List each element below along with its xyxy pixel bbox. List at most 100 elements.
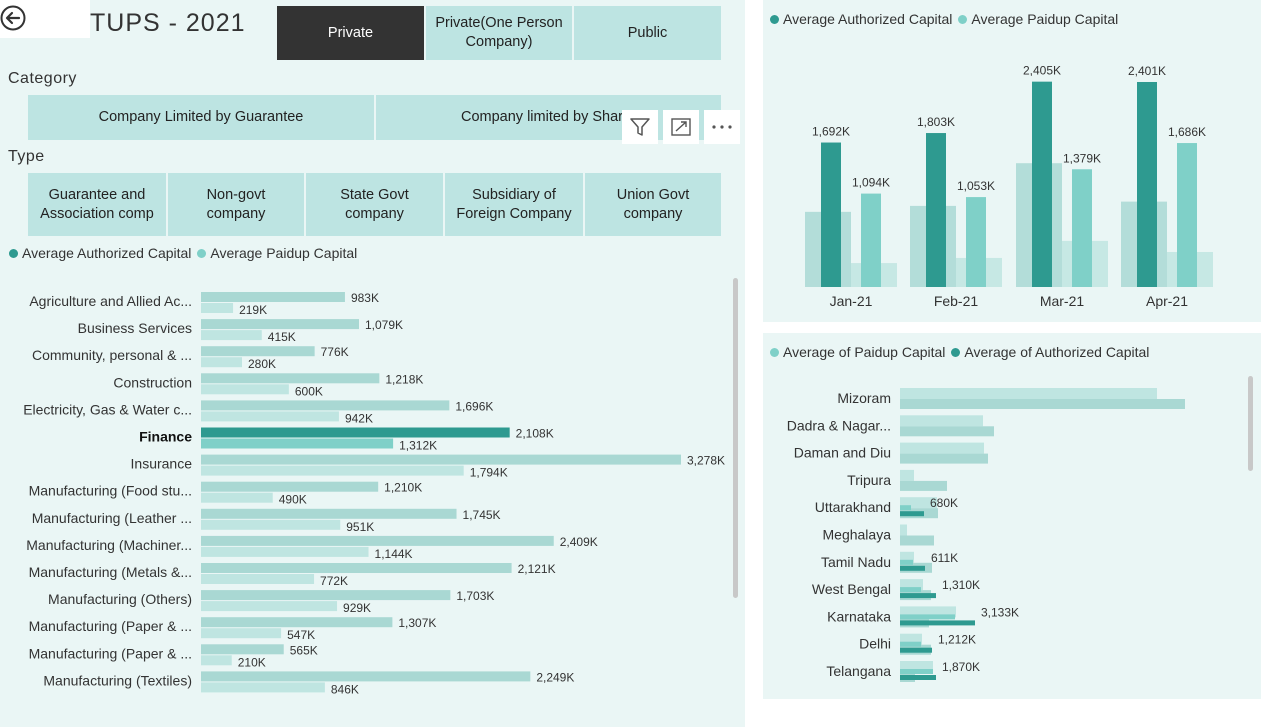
bar-authorized[interactable] xyxy=(201,454,681,465)
data-label-authorized: 776K xyxy=(321,345,349,359)
data-label-authorized: 2,401K xyxy=(1128,64,1166,78)
bar-paidup[interactable] xyxy=(201,438,394,449)
category-label: Manufacturing (Leather ... xyxy=(32,510,192,526)
bar-authorized[interactable] xyxy=(201,563,512,573)
bar-authorized[interactable] xyxy=(900,565,925,571)
bar-authorized[interactable] xyxy=(900,593,936,599)
bar-paidup[interactable] xyxy=(900,614,955,620)
bar-authorized[interactable] xyxy=(201,671,531,682)
bar-authorized[interactable] xyxy=(201,400,450,411)
bar-paidup[interactable] xyxy=(900,587,921,593)
state-bar-chart: Mizoram Dadra & Nagar... Daman and Diu Trip… xyxy=(787,388,1185,682)
bar-authorized[interactable] xyxy=(201,617,393,628)
data-label-paidup: 772K xyxy=(320,574,348,588)
bar-paidup[interactable] xyxy=(900,641,921,647)
focus-mode-icon[interactable] xyxy=(663,110,699,144)
type-subsidiary-foreign[interactable]: Subsidiary of Foreign Company xyxy=(445,173,583,236)
bar-authorized[interactable] xyxy=(201,535,554,546)
column-paidup[interactable] xyxy=(861,193,881,287)
background-bar xyxy=(900,388,1157,399)
legend-item-authorized[interactable]: Average Authorized Capital xyxy=(770,11,952,27)
column-authorized[interactable] xyxy=(821,142,841,287)
state-label: Karnataka xyxy=(827,608,891,624)
data-label-paidup: 1,144K xyxy=(375,547,413,561)
category-label: Agriculture and Allied Ac... xyxy=(29,293,192,309)
type-union-govt[interactable]: Union Govt company xyxy=(585,173,721,236)
bar-authorized[interactable] xyxy=(900,647,932,653)
background-bar xyxy=(900,426,994,437)
column-paidup[interactable] xyxy=(1177,143,1197,287)
type-guarantee-association[interactable]: Guarantee and Association comp xyxy=(28,173,166,236)
state-chart-scrollbar[interactable] xyxy=(1248,376,1253,471)
slicer-private[interactable]: Private xyxy=(277,6,424,60)
bar-authorized[interactable] xyxy=(201,508,457,519)
bar-paidup[interactable] xyxy=(201,303,234,313)
data-label-authorized: 1,745K xyxy=(463,508,501,522)
bar-paidup[interactable] xyxy=(201,601,338,612)
back-arrow-icon[interactable] xyxy=(0,5,28,33)
bar-paidup[interactable] xyxy=(201,655,232,666)
x-axis-tick-label: Jan-21 xyxy=(830,293,873,309)
bar-paidup[interactable] xyxy=(900,559,913,565)
bar-authorized[interactable] xyxy=(201,644,284,655)
data-label-paidup: 547K xyxy=(287,628,315,642)
legend-item-paidup[interactable]: Average Paidup Capital xyxy=(958,11,1118,27)
bar-paidup[interactable] xyxy=(201,628,282,639)
visual-toolbar xyxy=(622,110,740,144)
legend-item-paidup[interactable]: Average Paidup Capital xyxy=(197,245,357,261)
data-label-authorized: 1,696K xyxy=(455,399,493,413)
data-label-paidup: 1,379K xyxy=(1063,151,1101,165)
category-guarantee[interactable]: Company Limited by Guarantee xyxy=(28,95,374,140)
legend-item-paidup[interactable]: Average of Paidup Capital xyxy=(770,344,945,360)
bar-authorized[interactable] xyxy=(201,590,451,601)
more-options-icon[interactable] xyxy=(704,110,740,144)
data-label-paidup: 280K xyxy=(248,357,276,371)
bar-authorized[interactable] xyxy=(900,620,975,626)
column-authorized[interactable] xyxy=(1032,81,1052,288)
bar-paidup[interactable] xyxy=(201,546,369,557)
filter-icon[interactable] xyxy=(622,110,658,144)
bar-paidup[interactable] xyxy=(201,330,262,341)
type-state-govt[interactable]: State Govt company xyxy=(306,173,443,236)
column-authorized[interactable] xyxy=(926,133,946,287)
bar-paidup[interactable] xyxy=(201,384,289,395)
slicer-public[interactable]: Public xyxy=(574,6,721,60)
data-label-authorized: 2,108K xyxy=(516,427,554,441)
bar-paidup[interactable] xyxy=(900,505,911,511)
bar-paidup[interactable] xyxy=(201,465,464,476)
category-label: Manufacturing (Paper & ... xyxy=(29,618,192,634)
column-paidup[interactable] xyxy=(1072,169,1092,287)
legend-item-authorized[interactable]: Average of Authorized Capital xyxy=(951,344,1149,360)
bar-paidup[interactable] xyxy=(201,492,273,503)
bar-authorized[interactable] xyxy=(201,481,379,492)
bar-authorized[interactable] xyxy=(201,373,380,384)
bar-paidup[interactable] xyxy=(201,682,325,693)
bar-authorized[interactable] xyxy=(900,675,936,680)
bar-authorized[interactable] xyxy=(201,427,510,438)
background-bar xyxy=(900,399,1185,409)
industry-chart-scrollbar[interactable] xyxy=(733,278,738,598)
x-axis-tick-label: Apr-21 xyxy=(1146,293,1188,309)
slicer-private-one-person[interactable]: Private(One Person Company) xyxy=(426,6,572,60)
legend-item-authorized[interactable]: Average Authorized Capital xyxy=(9,245,191,261)
bar-authorized[interactable] xyxy=(900,511,924,517)
type-non-govt[interactable]: Non-govt company xyxy=(168,173,304,236)
data-label-authorized: 3,133K xyxy=(981,605,1019,619)
category-label: Business Services xyxy=(78,320,192,336)
bar-authorized[interactable] xyxy=(201,319,359,330)
bar-paidup[interactable] xyxy=(201,357,243,368)
state-label: Uttarakhand xyxy=(815,499,891,515)
bar-paidup[interactable] xyxy=(201,519,341,530)
bar-authorized[interactable] xyxy=(201,292,345,302)
bar-authorized[interactable] xyxy=(201,346,315,357)
bar-paidup[interactable] xyxy=(201,411,339,422)
category-label: Manufacturing (Textiles) xyxy=(43,672,192,688)
column-paidup[interactable] xyxy=(966,197,986,287)
bar-paidup[interactable] xyxy=(900,669,933,674)
data-label-authorized: 2,405K xyxy=(1023,64,1061,78)
state-label: Tamil Nadu xyxy=(821,554,891,570)
category-label: Manufacturing (Machiner... xyxy=(26,537,192,553)
state-label: Dadra & Nagar... xyxy=(787,417,891,433)
bar-paidup[interactable] xyxy=(201,574,315,584)
column-authorized[interactable] xyxy=(1137,81,1157,287)
